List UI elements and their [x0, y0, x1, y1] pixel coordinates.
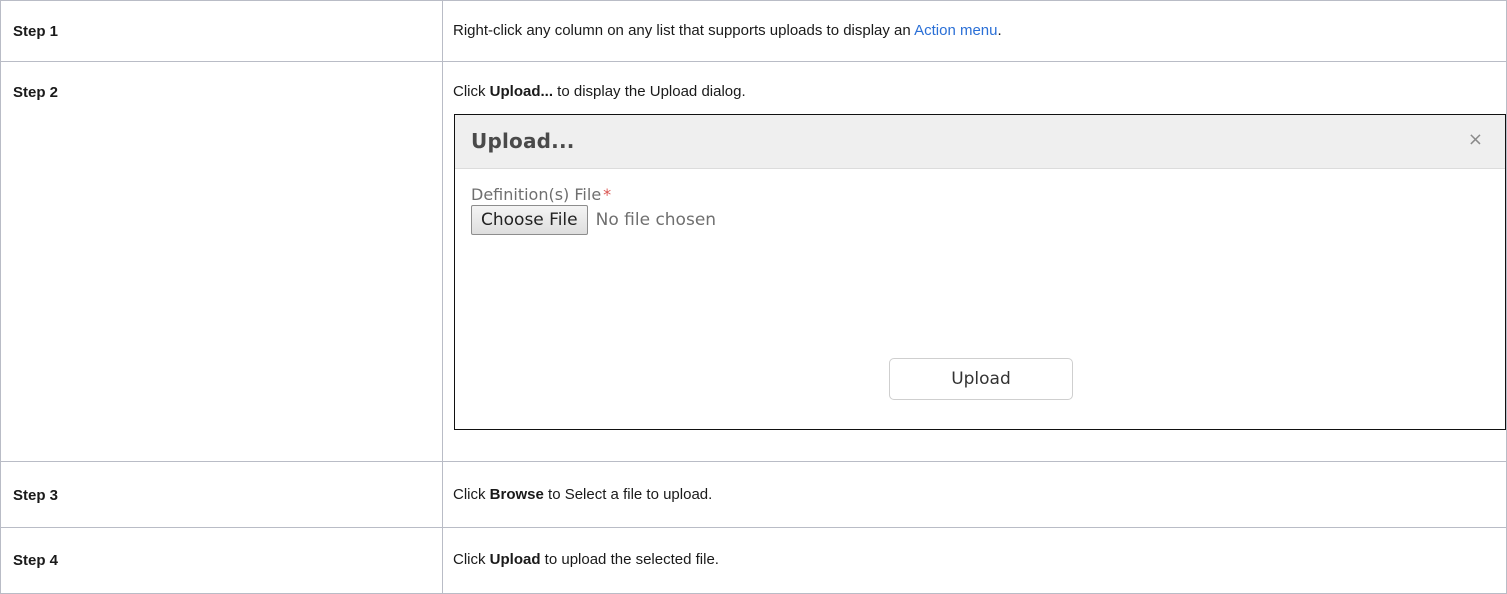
step-row: Step 3 Click Browse to Select a file to … — [0, 461, 1507, 528]
dialog-title: Upload... — [471, 129, 575, 153]
step-text: Click — [453, 486, 490, 503]
step-text: Click — [453, 83, 490, 100]
step-label: Step 3 — [0, 461, 443, 528]
step-text: to Select a file to upload. — [543, 486, 713, 503]
choose-file-button[interactable]: Choose File — [471, 205, 588, 235]
step-keyword: Upload — [489, 551, 541, 568]
required-mark: * — [603, 185, 612, 204]
step-description: Click Browse to Select a file to upload. — [442, 461, 1507, 528]
field-label-text: Definition(s) File — [471, 185, 602, 204]
step-description: Click Upload to upload the selected file… — [442, 527, 1507, 594]
step-row: Step 2 Click Upload... to display the Up… — [0, 61, 1507, 462]
file-status-text: No file chosen — [595, 210, 717, 230]
step-text: to display the Upload dialog. — [553, 83, 746, 100]
step-label: Step 2 — [0, 61, 443, 462]
upload-button[interactable]: Upload — [889, 358, 1073, 400]
step-description: Right-click any column on any list that … — [442, 0, 1507, 62]
step-row: Step 1 Right-click any column on any lis… — [0, 0, 1507, 62]
action-menu-link[interactable]: Action menu — [914, 22, 997, 39]
close-icon[interactable]: × — [1468, 131, 1483, 149]
upload-dialog-screenshot: Upload... × Definition(s) File * Choose F… — [454, 114, 1506, 430]
step-text: Click — [453, 551, 490, 568]
dialog-header: Upload... × — [455, 115, 1505, 169]
step-instruction: Click Upload... to display the Upload di… — [453, 83, 1506, 100]
step-keyword: Browse — [489, 486, 544, 503]
step-text: to upload the selected file. — [540, 551, 719, 568]
step-keyword: Upload... — [489, 83, 554, 100]
step-description: Click Upload... to display the Upload di… — [442, 61, 1507, 462]
file-input: Choose File No file chosen — [471, 205, 716, 235]
step-label: Step 1 — [0, 0, 443, 62]
step-text: . — [997, 22, 1002, 39]
field-label: Definition(s) File * — [471, 185, 611, 204]
step-row: Step 4 Click Upload to upload the select… — [0, 527, 1507, 594]
steps-table: Step 1 Right-click any column on any lis… — [0, 0, 1507, 594]
step-text: Right-click any column on any list that … — [453, 22, 915, 39]
step-label: Step 4 — [0, 527, 443, 594]
